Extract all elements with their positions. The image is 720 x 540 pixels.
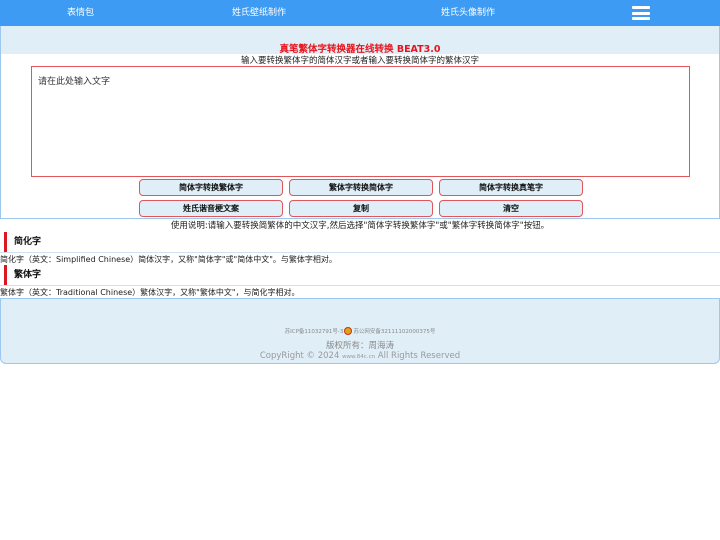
rights-text: All Rights Reserved bbox=[377, 351, 461, 361]
usage-instructions: 使用说明:请输入要转换简繁体的中文汉字,然后选择"简体字转换繁体字"或"繁体字转… bbox=[170, 221, 550, 231]
footer-owner: 版权所有：周海涛 bbox=[325, 341, 394, 351]
section-text-traditional: 繁体字（英文：Traditional Chinese）繁体汉字，又称"繁体中文"… bbox=[0, 288, 300, 297]
page-subtitle: 输入要转换繁体字的简体汉字或者输入要转换简体字的繁体汉字 bbox=[240, 56, 479, 66]
police-badge-icon bbox=[344, 327, 353, 335]
traditional-to-simplified-button[interactable]: 繁体字转换简体字 bbox=[289, 179, 433, 196]
nav-link-emoji[interactable]: 表情包 bbox=[67, 0, 94, 26]
clear-button[interactable]: 清空 bbox=[439, 200, 583, 217]
footer-copyright: CopyRight © 2024 www.84c.cn All Rights R… bbox=[1, 351, 719, 361]
site-domain: www.84c.cn bbox=[342, 354, 376, 360]
footer: 苏ICP备11032791号-3 苏公网安备32111102000375号 版权所… bbox=[0, 298, 720, 364]
copyright-text: CopyRight © 2024 bbox=[259, 351, 340, 361]
copy-button[interactable]: 复制 bbox=[289, 200, 433, 217]
nav-link-surname-avatar[interactable]: 姓氏头像制作 bbox=[441, 0, 495, 26]
footer-icp-line: 苏ICP备11032791号-3 苏公网安备32111102000375号 bbox=[1, 327, 719, 335]
simplified-to-traditional-button[interactable]: 简体字转换繁体字 bbox=[139, 179, 283, 196]
section-text-simplified: 简化字（英文：Simplified Chinese）简体汉字，又称"简体字"或"… bbox=[0, 255, 337, 264]
section-divider bbox=[0, 285, 720, 286]
simplified-to-zhenbi-button[interactable]: 简体字转换真笔字 bbox=[439, 179, 583, 196]
nav-link-surname-wallpaper[interactable]: 姓氏壁纸制作 bbox=[232, 0, 286, 26]
surname-pun-copy-button[interactable]: 姓氏谐音梗文案 bbox=[139, 200, 283, 217]
icp-link[interactable]: 苏ICP备11032791号-3 bbox=[285, 329, 344, 335]
section-divider bbox=[0, 252, 720, 253]
converter-panel: 真笔繁体字转换器在线转换 BEAT3.0 输入要转换繁体字的简体汉字或者输入要转… bbox=[0, 26, 720, 219]
top-nav: 表情包 姓氏壁纸制作 姓氏头像制作 bbox=[0, 0, 720, 26]
section-heading-simplified: 简化字 bbox=[4, 232, 720, 252]
section-heading-traditional: 繁体字 bbox=[4, 265, 720, 285]
police-record-link[interactable]: 苏公网安备32111102000375号 bbox=[353, 329, 435, 335]
hamburger-menu-icon[interactable] bbox=[632, 6, 650, 20]
text-input[interactable] bbox=[31, 66, 690, 177]
page-title: 真笔繁体字转换器在线转换 BEAT3.0 bbox=[279, 44, 441, 55]
